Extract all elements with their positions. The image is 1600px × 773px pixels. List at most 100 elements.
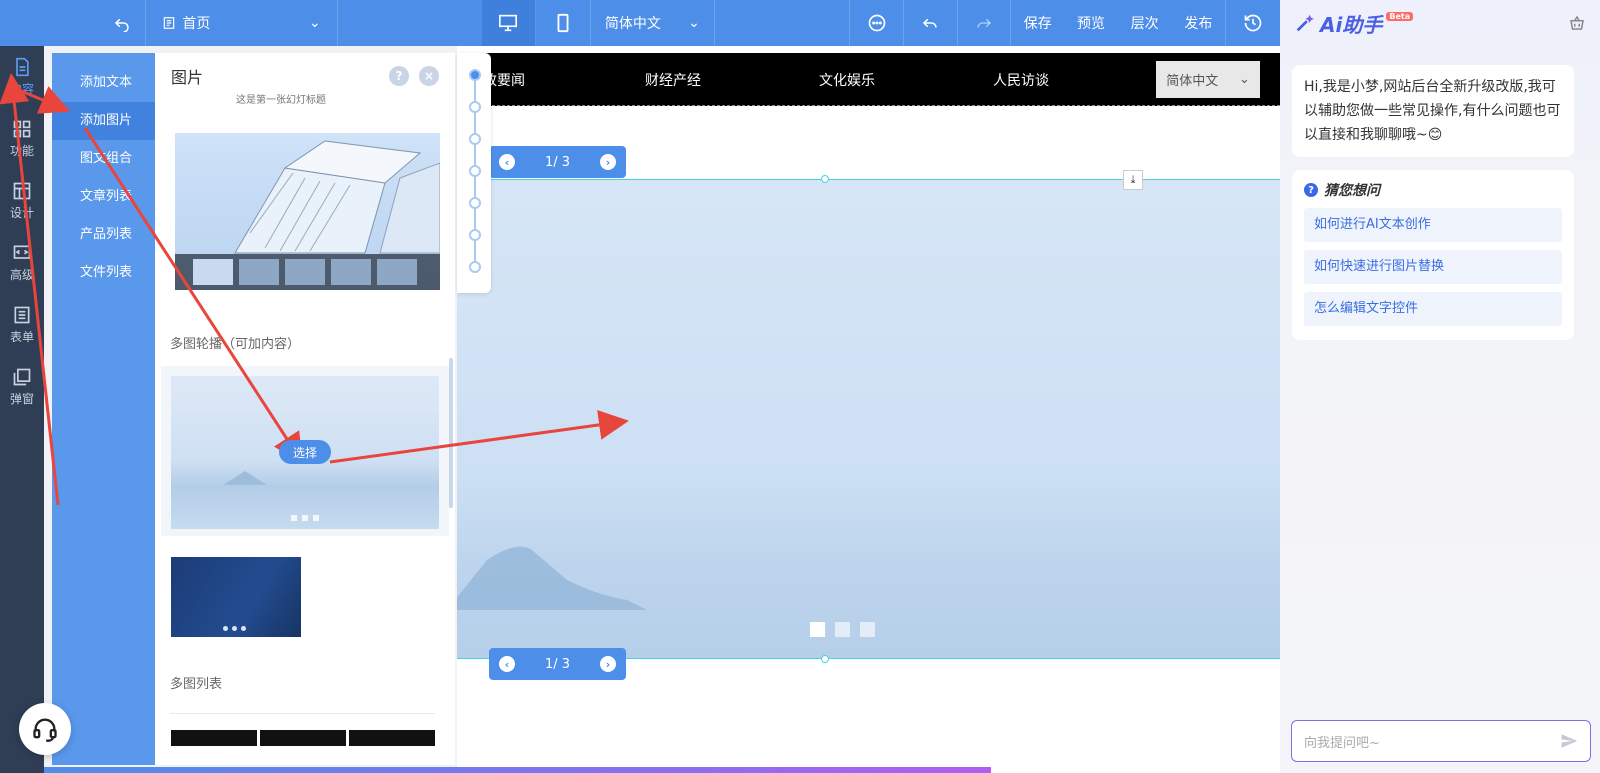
- download-icon[interactable]: ⤓: [1123, 170, 1143, 190]
- nav-item[interactable]: 文化娱乐: [819, 70, 875, 90]
- suggestion-item[interactable]: 如何快速进行图片替换: [1304, 250, 1562, 284]
- suggestion-item[interactable]: 怎么编辑文字控件: [1304, 292, 1562, 326]
- panel-scrollbar[interactable]: [449, 358, 453, 508]
- stepper-node[interactable]: [469, 197, 481, 209]
- history-icon: [1244, 14, 1262, 32]
- thumbnail-item[interactable]: [193, 259, 233, 285]
- save-button[interactable]: 保存: [1010, 0, 1064, 46]
- thumbnail-item[interactable]: [239, 259, 279, 285]
- close-icon[interactable]: ×: [419, 66, 439, 86]
- back-button[interactable]: [0, 0, 147, 46]
- nav-item[interactable]: 财经产经: [645, 70, 701, 90]
- category-article-list[interactable]: 文章列表: [52, 178, 155, 216]
- category-add-image[interactable]: 添加图片: [52, 102, 155, 140]
- mountain-image: [457, 546, 647, 610]
- stepper-node[interactable]: [469, 261, 481, 273]
- carousel-pager-bottom: ‹ 1/ 3 ›: [489, 648, 626, 680]
- rail-item-design[interactable]: 设计: [0, 170, 44, 232]
- page-selector[interactable]: 首页 ⌄: [146, 0, 338, 46]
- carousel-dot[interactable]: [835, 622, 850, 637]
- thumbnail-caption: 这是第一张幻灯标题: [236, 95, 326, 106]
- category-list: 添加文本 添加图片 图文组合 文章列表 产品列表 文件列表: [52, 53, 155, 765]
- nav-language-selector[interactable]: 简体中文 ⌄: [1156, 61, 1260, 98]
- ai-input-placeholder: 向我提问吧~: [1304, 735, 1380, 751]
- undo-button[interactable]: [902, 0, 957, 46]
- dark-carousel-thumbnail[interactable]: [171, 557, 301, 637]
- rail-item-advanced[interactable]: 高级: [0, 232, 44, 294]
- prev-arrow-icon[interactable]: ‹: [499, 154, 515, 170]
- suggestion-item[interactable]: 如何进行AI文本创作: [1304, 208, 1562, 242]
- carousel-dot: [223, 626, 228, 631]
- resize-handle[interactable]: [821, 655, 829, 663]
- sparkle-icon: [1296, 14, 1314, 32]
- ai-greeting-bubble: Hi,我是小梦,网站后台全新升级改版,我可以辅助您做一些常见操作,有什么问题也可…: [1292, 65, 1574, 157]
- stepper-node[interactable]: [469, 133, 481, 145]
- rail-item-content[interactable]: 内容: [0, 46, 44, 108]
- language-selector[interactable]: 简体中文 ⌄: [591, 0, 715, 46]
- category-product-list[interactable]: 产品列表: [52, 216, 155, 254]
- nav-item[interactable]: 人民访谈: [993, 70, 1049, 90]
- history-button[interactable]: [1225, 0, 1280, 46]
- prev-arrow-icon[interactable]: ‹: [499, 656, 515, 672]
- chevron-down-icon: ⌄: [1238, 72, 1250, 87]
- desktop-view-button[interactable]: [481, 0, 537, 46]
- nav-language-label: 简体中文: [1166, 74, 1219, 89]
- rail-item-form[interactable]: 表单: [0, 294, 44, 356]
- list-thumbnail[interactable]: [349, 730, 435, 746]
- carousel-dot[interactable]: [810, 622, 825, 637]
- select-button[interactable]: 选择: [279, 440, 331, 464]
- ai-title: Ai助手: [1320, 12, 1383, 37]
- thumbnail-item[interactable]: [331, 259, 371, 285]
- list-thumbnail[interactable]: [171, 730, 257, 746]
- carousel-dot[interactable]: [860, 622, 875, 637]
- redo-icon: [977, 18, 992, 28]
- carousel-banner[interactable]: [457, 179, 1280, 659]
- rail-item-popup[interactable]: 弹窗: [0, 356, 44, 418]
- preview-button[interactable]: 预览: [1064, 0, 1118, 46]
- document-icon: [16, 57, 29, 77]
- carousel-dot: [232, 626, 237, 631]
- category-add-text[interactable]: 添加文本: [52, 64, 155, 102]
- category-file-list[interactable]: 文件列表: [52, 254, 155, 292]
- next-arrow-icon[interactable]: ›: [600, 154, 616, 170]
- mobile-view-button[interactable]: [536, 0, 591, 46]
- picture-panel-title: 图片: [171, 68, 204, 87]
- desktop-icon: [499, 14, 518, 32]
- category-image-text[interactable]: 图文组合: [52, 140, 155, 178]
- resize-handle[interactable]: [821, 175, 829, 183]
- list-thumbnail[interactable]: [260, 730, 346, 746]
- pager-text: 1/ 3: [544, 656, 571, 672]
- carousel-dot: [291, 515, 297, 521]
- stepper-node[interactable]: [469, 69, 481, 81]
- help-icon[interactable]: ?: [389, 66, 409, 86]
- stepper-node[interactable]: [469, 101, 481, 113]
- rail-item-label: 内容: [9, 82, 34, 96]
- divider: [170, 713, 435, 714]
- carousel-dots: [810, 622, 875, 637]
- thumbnail-item[interactable]: [377, 259, 417, 285]
- undo-icon: [923, 18, 938, 28]
- publish-button[interactable]: 发布: [1172, 0, 1226, 46]
- layers-button[interactable]: 层次: [1118, 0, 1172, 46]
- suggestion-title: ? 猜您想问: [1304, 180, 1562, 200]
- redo-button[interactable]: [956, 0, 1011, 46]
- carousel-dot: [302, 515, 308, 521]
- rail-item-function[interactable]: 功能: [0, 108, 44, 170]
- slideshow-thumbnail[interactable]: [175, 133, 440, 290]
- site-navbar: 政要闻 财经产经 文化娱乐 人民访谈 简体中文 ⌄: [457, 53, 1280, 106]
- send-icon[interactable]: [1560, 732, 1578, 750]
- next-arrow-icon[interactable]: ›: [600, 656, 616, 672]
- suggestion-title-text: 猜您想问: [1324, 183, 1380, 199]
- more-button[interactable]: [849, 0, 903, 46]
- rail-item-label: 表单: [9, 330, 34, 344]
- basket-icon[interactable]: [1568, 14, 1586, 32]
- thumbnail-item[interactable]: [285, 259, 325, 285]
- carousel-dot: [241, 626, 246, 631]
- ai-chat-input[interactable]: 向我提问吧~: [1291, 720, 1591, 762]
- layout-icon: [13, 182, 31, 200]
- rail-item-label: 功能: [9, 144, 34, 158]
- stepper-node[interactable]: [469, 165, 481, 177]
- support-button[interactable]: [19, 703, 71, 755]
- stepper-node[interactable]: [469, 229, 481, 241]
